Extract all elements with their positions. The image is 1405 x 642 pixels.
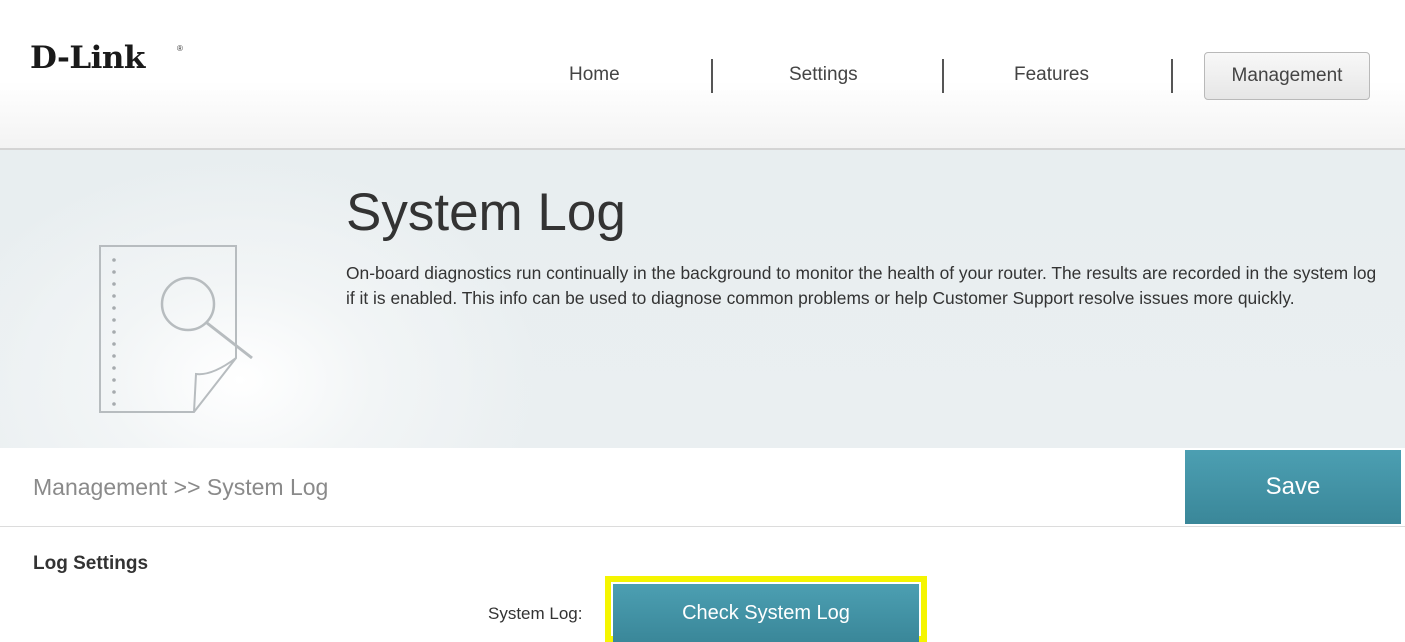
breadcrumb: Management >> System Log <box>33 474 329 500</box>
save-button[interactable]: Save <box>1185 450 1401 524</box>
nav-management-label: Management <box>1231 65 1343 86</box>
nav-divider <box>1171 59 1173 93</box>
log-settings-heading: Log Settings <box>33 553 149 574</box>
nav-divider <box>942 59 944 93</box>
nav-home[interactable]: Home <box>569 64 620 86</box>
registered-mark: ® <box>177 44 183 53</box>
page-banner: System Log On-board diagnostics run cont… <box>0 150 1405 492</box>
dlink-logo: D-Link <box>30 40 145 76</box>
system-log-label: System Log: <box>488 604 583 623</box>
check-system-log-button[interactable]: Check System Log <box>613 584 919 642</box>
breadcrumb-bar: Management >> System Log Save <box>0 448 1405 527</box>
page-title: System Log <box>346 183 626 242</box>
page-description: On-board diagnostics run continually in … <box>346 263 1377 308</box>
top-header: D-Link ® Home Settings Features Manageme… <box>0 0 1405 150</box>
document-search-icon <box>99 245 253 413</box>
nav-divider <box>711 59 713 93</box>
nav-management[interactable]: Management <box>1204 52 1370 100</box>
nav-features[interactable]: Features <box>1014 64 1089 86</box>
nav-settings[interactable]: Settings <box>789 64 858 86</box>
